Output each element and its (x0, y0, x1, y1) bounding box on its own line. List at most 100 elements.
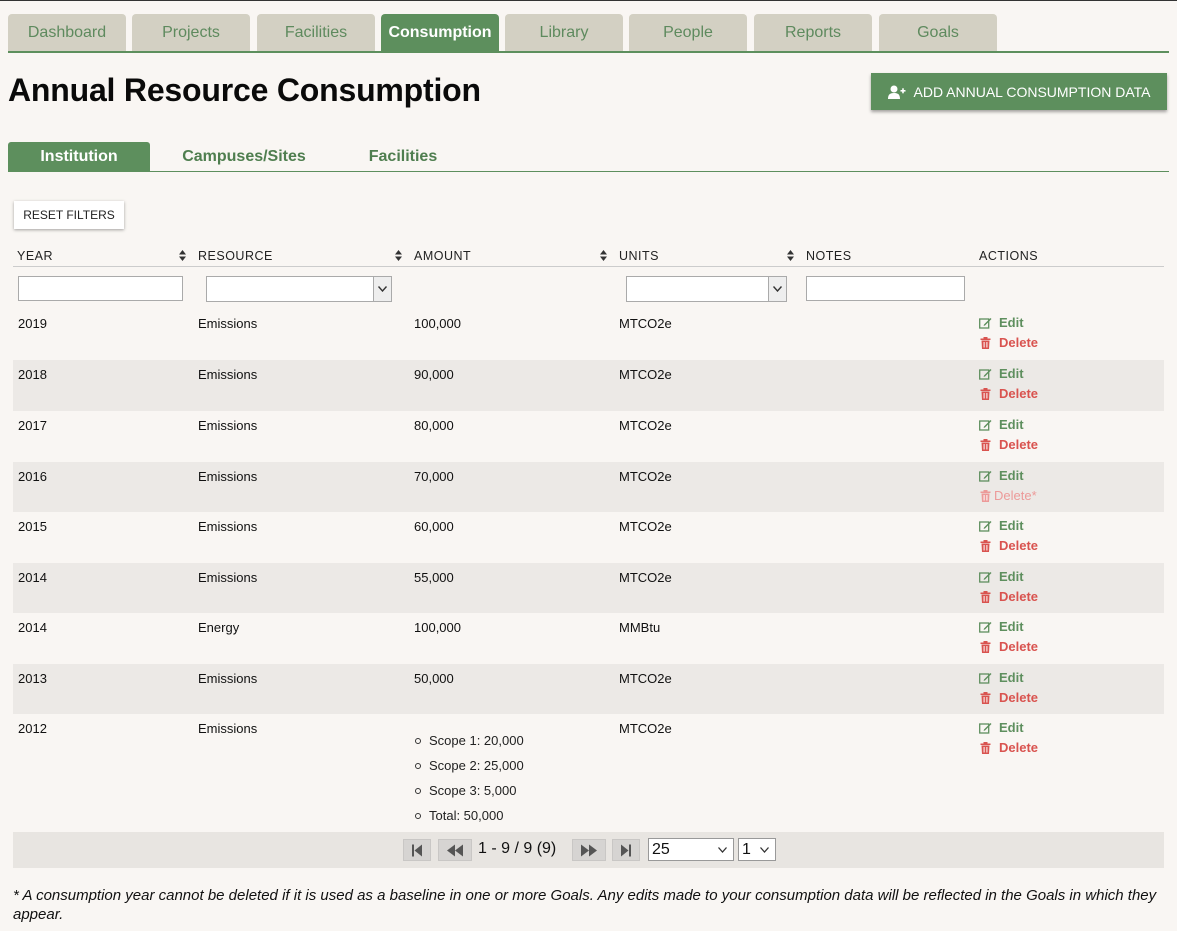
delete-button[interactable]: Delete (979, 740, 1038, 755)
nav-tab-dashboard[interactable]: Dashboard (8, 14, 126, 51)
trash-icon (980, 691, 991, 704)
subtab-campuses-sites[interactable]: Campuses/Sites (172, 142, 316, 171)
amount-cell: 70,000 (414, 469, 454, 484)
rewind-icon (447, 844, 463, 856)
chevron-down-icon (718, 847, 727, 853)
delete-disabled-label: Delete* (994, 488, 1037, 503)
units-cell: MTCO2e (619, 671, 672, 686)
resource-filter-select[interactable] (206, 276, 392, 302)
previous-page-button[interactable] (438, 839, 472, 861)
subtab-facilities[interactable]: Facilities (360, 142, 446, 171)
edit-icon (979, 317, 992, 329)
last-page-button[interactable] (612, 839, 640, 861)
delete-button[interactable]: Delete (979, 386, 1038, 401)
notes-filter-input[interactable] (806, 276, 965, 301)
edit-button[interactable]: Edit (979, 417, 1024, 432)
next-page-button[interactable] (572, 839, 606, 861)
edit-button[interactable]: Edit (979, 366, 1024, 381)
edit-label: Edit (999, 315, 1024, 330)
bullet-icon (415, 737, 421, 744)
column-header-notes: NOTES (806, 249, 852, 263)
column-header-actions: ACTIONS (979, 249, 1039, 263)
table-row: 2016 Emissions 70,000 MTCO2e Edit Delete… (13, 462, 1164, 512)
edit-icon (979, 419, 992, 431)
year-cell: 2013 (18, 671, 47, 686)
edit-button[interactable]: Edit (979, 569, 1024, 584)
amount-cell: 60,000 (414, 519, 454, 534)
edit-label: Edit (999, 720, 1024, 735)
sort-icon[interactable] (787, 250, 794, 261)
list-item: Total: 50,000 (415, 803, 524, 828)
delete-button[interactable]: Delete (979, 690, 1038, 705)
sort-icon[interactable] (600, 250, 607, 261)
nav-tab-library[interactable]: Library (505, 14, 623, 51)
column-header-resource[interactable]: RESOURCE (198, 249, 273, 263)
trash-icon (980, 336, 991, 349)
resource-cell: Emissions (198, 469, 258, 484)
resource-cell: Emissions (198, 519, 258, 534)
column-header-amount[interactable]: AMOUNT (414, 249, 471, 263)
column-header-units[interactable]: UNITS (619, 249, 659, 263)
delete-button[interactable]: Delete (979, 335, 1038, 350)
scope-3-value: Scope 3: 5,000 (429, 783, 517, 798)
edit-button[interactable]: Edit (979, 720, 1024, 735)
year-cell: 2015 (18, 519, 47, 534)
edit-icon (979, 621, 992, 633)
total-value: Total: 50,000 (429, 808, 504, 823)
nav-tab-goals[interactable]: Goals (879, 14, 997, 51)
last-page-icon (621, 844, 631, 856)
window-top-border (0, 0, 1177, 1)
year-cell: 2012 (18, 721, 47, 736)
delete-button[interactable]: Delete (979, 437, 1038, 452)
units-cell: MTCO2e (619, 367, 672, 382)
units-filter-select[interactable] (626, 276, 787, 302)
sort-icon[interactable] (395, 250, 402, 261)
table-header: YEAR RESOURCE AMOUNT UNITS NOTES ACTIONS (13, 244, 1164, 267)
nav-tab-facilities[interactable]: Facilities (257, 14, 375, 51)
resource-cell: Emissions (198, 570, 258, 585)
edit-button[interactable]: Edit (979, 619, 1024, 634)
table-row: 2017 Emissions 80,000 MTCO2e Edit Delete (13, 411, 1164, 462)
subtab-institution[interactable]: Institution (8, 142, 150, 171)
nav-tab-consumption[interactable]: Consumption (381, 14, 499, 51)
delete-button[interactable]: Delete (979, 538, 1038, 553)
resource-cell: Emissions (198, 721, 258, 736)
resource-cell: Emissions (198, 418, 258, 433)
delete-label: Delete (999, 589, 1039, 604)
edit-button[interactable]: Edit (979, 518, 1024, 533)
trash-icon (980, 640, 991, 653)
page-number-select[interactable]: 1 (738, 838, 776, 861)
pagination-bar: 1 - 9 / 9 (9) 25 1 (13, 832, 1164, 868)
bullet-icon (415, 787, 421, 794)
list-item: Scope 1: 20,000 (415, 728, 524, 753)
edit-button[interactable]: Edit (979, 670, 1024, 685)
amount-cell: 50,000 (414, 671, 454, 686)
sort-icon[interactable] (179, 250, 186, 261)
edit-button[interactable]: Edit (979, 468, 1024, 483)
edit-button[interactable]: Edit (979, 315, 1024, 330)
trash-icon (980, 489, 991, 502)
footnote: * A consumption year cannot be deleted i… (13, 887, 1157, 923)
units-cell: MTCO2e (619, 418, 672, 433)
amount-cell: 100,000 (414, 316, 461, 331)
delete-button[interactable]: Delete (979, 639, 1038, 654)
resource-cell: Emissions (198, 367, 258, 382)
reset-filters-button[interactable]: RESET FILTERS (14, 201, 124, 229)
resource-cell: Emissions (198, 671, 258, 686)
nav-tab-projects[interactable]: Projects (132, 14, 250, 51)
units-cell: MTCO2e (619, 519, 672, 534)
add-user-icon (887, 85, 905, 99)
edit-label: Edit (999, 670, 1024, 685)
page-size-select[interactable]: 25 (648, 838, 734, 861)
delete-button[interactable]: Delete (979, 589, 1038, 604)
list-item: Scope 2: 25,000 (415, 753, 524, 778)
page-size-value: 25 (652, 840, 670, 858)
year-filter-input[interactable] (18, 276, 183, 301)
year-cell: 2014 (18, 620, 47, 635)
add-annual-consumption-button[interactable]: ADD ANNUAL CONSUMPTION DATA (871, 73, 1167, 110)
first-page-button[interactable] (403, 839, 431, 861)
nav-tab-reports[interactable]: Reports (754, 14, 872, 51)
chevron-down-icon (373, 277, 391, 301)
nav-tab-people[interactable]: People (629, 14, 747, 51)
column-header-year[interactable]: YEAR (17, 249, 53, 263)
